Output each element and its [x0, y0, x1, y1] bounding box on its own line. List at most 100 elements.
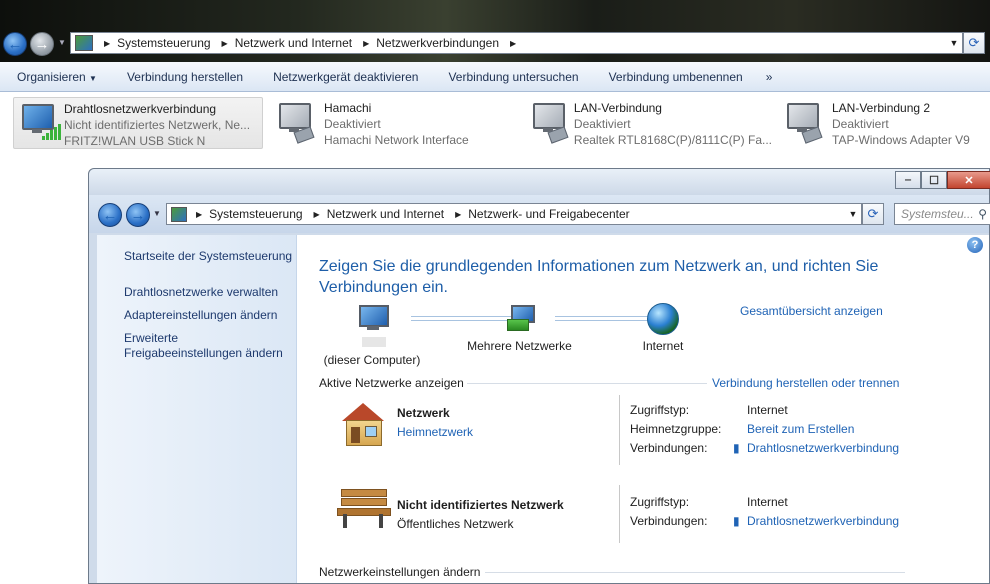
map-connector: [411, 316, 511, 321]
connection-link[interactable]: Drahtlosnetzwerkverbindung: [747, 514, 899, 528]
section-divider: [485, 572, 905, 573]
back-button[interactable]: ←: [3, 32, 27, 56]
search-placeholder: Systemsteu...: [901, 207, 974, 221]
search-input[interactable]: Systemsteu... ⚲: [894, 203, 990, 225]
connect-button[interactable]: Verbindung herstellen: [112, 70, 258, 84]
connection-device: FRITZ!WLAN USB Stick N: [64, 134, 206, 148]
breadcrumb-arrow-icon[interactable]: ▶: [510, 39, 516, 48]
network-type-link[interactable]: Heimnetzwerk: [397, 425, 473, 439]
breadcrumb-item[interactable]: Systemsteuerung: [117, 36, 210, 50]
breadcrumb-arrow-icon[interactable]: ▶: [363, 39, 369, 48]
connection-status: Deaktiviert: [832, 117, 889, 131]
connection-device: TAP-Windows Adapter V9: [832, 133, 970, 147]
breadcrumb-item[interactable]: Netzwerkverbindungen: [376, 36, 499, 50]
breadcrumb-arrow-icon[interactable]: ▶: [314, 210, 320, 219]
close-button[interactable]: ✕: [947, 171, 990, 189]
breadcrumb-item[interactable]: Systemsteuerung: [209, 207, 302, 221]
map-connector: [555, 316, 655, 321]
organize-menu[interactable]: Organisieren ▼: [0, 70, 112, 84]
task-pane: Startseite der Systemsteuerung Drahtlosn…: [97, 235, 297, 583]
connection-device: Hamachi Network Interface: [324, 133, 469, 147]
back-button[interactable]: ←: [98, 203, 122, 227]
minimize-button[interactable]: ‒: [895, 171, 921, 189]
organize-label: Organisieren: [17, 69, 86, 84]
breadcrumb-arrow-icon[interactable]: ▶: [196, 210, 202, 219]
control-panel-icon: [75, 35, 93, 51]
detail-value: Internet: [747, 403, 788, 417]
control-panel-icon: [171, 206, 187, 222]
advanced-sharing-link[interactable]: Erweiterte Freigabeeinstellungen ändern: [124, 331, 289, 361]
connection-link[interactable]: Drahtlosnetzwerkverbindung: [747, 441, 899, 455]
public-network-bench-icon: [337, 487, 391, 529]
network-type: Öffentliches Netzwerk: [397, 517, 514, 531]
page-title: Zeigen Sie die grundlegenden Information…: [319, 258, 879, 296]
diagnose-button[interactable]: Verbindung untersuchen: [433, 70, 593, 84]
connection-status: Deaktiviert: [324, 117, 381, 131]
breadcrumb-item[interactable]: Netzwerk- und Freigabecenter: [468, 207, 629, 221]
search-icon[interactable]: ⚲: [978, 207, 987, 221]
detail-value: Internet: [747, 495, 788, 509]
connection-item[interactable]: Hamachi Deaktiviert Hamachi Network Inte…: [268, 97, 508, 149]
connect-disconnect-link[interactable]: Verbindung herstellen oder trennen: [712, 376, 899, 390]
detail-key: Zugriffstyp:: [630, 495, 690, 509]
refresh-button[interactable]: ⟳: [963, 32, 985, 54]
address-bar[interactable]: ▶ Systemsteuerung ▶ Netzwerk und Interne…: [166, 203, 862, 225]
breadcrumb-arrow-icon[interactable]: ▶: [104, 39, 110, 48]
more-commands-button[interactable]: »: [758, 70, 788, 84]
network-name: Nicht identifiziertes Netzwerk: [397, 498, 564, 512]
detail-key: Zugriffstyp:: [630, 403, 690, 417]
wireless-adapter-icon: [14, 98, 64, 146]
chevron-down-icon: ▼: [89, 73, 97, 83]
rename-button[interactable]: Verbindung umbenennen: [594, 70, 758, 84]
address-bar[interactable]: ▶ Systemsteuerung ▶ Netzwerk und Interne…: [70, 32, 963, 54]
breadcrumb-item[interactable]: Netzwerk und Internet: [235, 36, 352, 50]
explorer-titlebar: ← → ▼ ▶ Systemsteuerung ▶ Netzwerk und I…: [0, 0, 990, 62]
computer-name-redacted: [362, 337, 386, 347]
connection-item[interactable]: LAN-Verbindung Deaktiviert Realtek RTL81…: [522, 97, 772, 149]
connection-name: Hamachi: [324, 101, 372, 115]
breadcrumb-arrow-icon[interactable]: ▶: [222, 39, 228, 48]
details-divider: [619, 485, 620, 543]
detail-key: Heimnetzgruppe:: [630, 422, 722, 436]
full-map-link[interactable]: Gesamtübersicht anzeigen: [740, 304, 883, 318]
main-content: ? Zeigen Sie die grundlegenden Informati…: [297, 235, 989, 583]
wireless-signal-icon: ▮: [733, 514, 740, 528]
chevron-down-icon[interactable]: ▼: [845, 209, 861, 219]
network-adapter-icon: [525, 97, 571, 145]
connection-status: Nicht identifiziertes Netzwerk, Ne...: [64, 118, 251, 132]
change-settings-title: Netzwerkeinstellungen ändern: [319, 565, 481, 579]
window-navbar: ← → ▼ ▶ Systemsteuerung ▶ Netzwerk und I…: [89, 195, 990, 233]
recent-pages-icon[interactable]: ▼: [153, 209, 161, 218]
window-content: Startseite der Systemsteuerung Drahtlosn…: [97, 235, 989, 583]
forward-button[interactable]: →: [126, 203, 150, 227]
network-sharing-center-window: ‒ ☐ ✕ ← → ▼ ▶ Systemsteuerung ▶ Netzwerk…: [88, 168, 990, 584]
connection-device: Realtek RTL8168C(P)/8111C(P) Fa...: [573, 133, 772, 147]
forward-button[interactable]: →: [30, 32, 54, 56]
network-adapter-icon: [271, 97, 321, 145]
connection-item[interactable]: LAN-Verbindung 2 Deaktiviert TAP-Windows…: [776, 97, 988, 149]
network-adapter-icon: [779, 97, 829, 145]
manage-wireless-link[interactable]: Drahtlosnetzwerke verwalten: [124, 285, 278, 300]
details-divider: [619, 395, 620, 465]
adapter-settings-link[interactable]: Adaptereinstellungen ändern: [124, 308, 277, 323]
maximize-button[interactable]: ☐: [921, 171, 947, 189]
home-network-icon: [337, 403, 387, 447]
command-bar: Organisieren ▼ Verbindung herstellen Net…: [0, 62, 990, 92]
window-titlebar[interactable]: ‒ ☐ ✕: [89, 169, 990, 195]
homegroup-link[interactable]: Bereit zum Erstellen: [747, 422, 854, 436]
breadcrumb-arrow-icon[interactable]: ▶: [455, 210, 461, 219]
help-icon[interactable]: ?: [967, 237, 983, 253]
connection-item[interactable]: Drahtlosnetzwerkverbindung Nicht identif…: [13, 97, 263, 149]
connection-name: LAN-Verbindung: [573, 101, 662, 115]
wireless-signal-icon: ▮: [733, 441, 740, 455]
chevron-down-icon[interactable]: ▼: [946, 38, 962, 48]
recent-pages-icon[interactable]: ▼: [58, 38, 66, 47]
section-divider: [467, 383, 707, 384]
connection-status: Deaktiviert: [573, 117, 631, 131]
disable-device-button[interactable]: Netzwerkgerät deaktivieren: [258, 70, 433, 84]
this-computer-label: (dieser Computer): [323, 353, 421, 367]
active-networks-title: Aktive Netzwerke anzeigen: [319, 376, 464, 390]
control-panel-home-link[interactable]: Startseite der Systemsteuerung: [124, 249, 292, 264]
breadcrumb-item[interactable]: Netzwerk und Internet: [327, 207, 444, 221]
refresh-button[interactable]: ⟳: [862, 203, 884, 225]
